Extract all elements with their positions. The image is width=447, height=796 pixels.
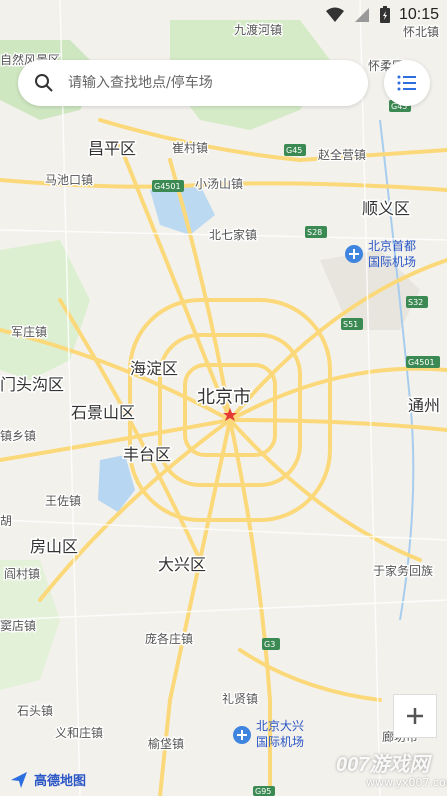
district-label-shunyi: 顺义区 xyxy=(362,199,410,218)
highway-shield: G3 xyxy=(264,640,275,649)
district-label-haidian: 海淀区 xyxy=(130,359,178,378)
signal-icon xyxy=(354,8,369,22)
district-label-tongzhou: 通州 xyxy=(408,396,440,415)
battery-icon xyxy=(379,6,390,23)
watermark: 007游戏网 xyxy=(336,754,430,776)
airport-label-daxing-line2: 国际机场 xyxy=(256,735,304,749)
town-label-xiaotangshan: 小汤山镇 xyxy=(195,177,243,191)
town-label-wangzuo: 王佐镇 xyxy=(45,494,81,508)
airport-label-daxing-line1: 北京大兴 xyxy=(256,719,304,733)
town-label-beiqijia: 北七家镇 xyxy=(209,227,257,242)
status-bar: 10:15 xyxy=(0,0,447,30)
highway-shield: G45 xyxy=(286,146,302,155)
map-canvas[interactable]: 昌平区 顺义区 海淀区 北京市 石景山区 丰台区 门头沟区 房山区 大兴区 通州… xyxy=(0,0,447,796)
list-icon xyxy=(397,75,416,91)
airport-label-capital-line1: 北京首都 xyxy=(368,239,416,253)
brand-logo: 高德地图 xyxy=(10,770,86,789)
highway-shield: G4501 xyxy=(154,182,181,191)
town-label-yancun: 阎村镇 xyxy=(4,567,40,581)
town-label-shitou: 石头镇 xyxy=(17,704,53,718)
town-label-cuicun: 崔村镇 xyxy=(172,141,208,155)
search-icon xyxy=(35,74,53,92)
district-label-beijing: 北京市 xyxy=(197,387,251,408)
watermark-url: www.yx007.com xyxy=(366,776,447,789)
district-label-fengtai: 丰台区 xyxy=(123,445,171,464)
town-label-lixian: 礼贤镇 xyxy=(222,691,258,706)
search-input[interactable] xyxy=(66,74,320,92)
district-label-shijingshan: 石景山区 xyxy=(71,403,135,422)
district-label-mentougou: 门头沟区 xyxy=(0,375,64,394)
plus-icon xyxy=(407,708,423,724)
town-label-pangezhuang: 庞各庄镇 xyxy=(145,631,193,646)
brand-label: 高德地图 xyxy=(34,774,87,789)
district-label-daxing: 大兴区 xyxy=(158,555,206,574)
highway-shield: S51 xyxy=(343,320,358,329)
district-label-changping: 昌平区 xyxy=(88,139,136,158)
town-label-zhaoquanying: 赵全营镇 xyxy=(318,147,366,162)
status-time: 10:15 xyxy=(398,6,439,23)
town-label-yihezhuang: 义和庄镇 xyxy=(55,725,103,740)
district-label-fangshan: 房山区 xyxy=(30,537,78,556)
navigation-arrow-icon xyxy=(11,771,27,788)
town-label-doudian: 窦店镇 xyxy=(0,619,36,633)
town-label-hu: 胡 xyxy=(0,514,12,528)
zoom-in-button[interactable] xyxy=(393,694,437,738)
airport-label-capital-line2: 国际机场 xyxy=(368,255,416,269)
town-label-junzhuang: 军庄镇 xyxy=(11,324,47,339)
layers-button[interactable] xyxy=(384,60,430,106)
town-label-yufa: 榆垡镇 xyxy=(148,736,184,751)
town-label-zhen: 镇 xyxy=(0,429,12,443)
search-bar[interactable] xyxy=(18,60,368,106)
highway-shield: G4501 xyxy=(408,358,435,367)
wifi-icon xyxy=(325,7,344,22)
highway-shield: S28 xyxy=(307,228,322,237)
highway-shield: G95 xyxy=(255,787,271,796)
highway-shield: S32 xyxy=(408,298,423,307)
town-label-machikou: 马池口镇 xyxy=(45,173,93,187)
airport-marker-capital[interactable] xyxy=(345,245,363,263)
town-label-yujiawu: 于家务回族 xyxy=(373,563,433,578)
airport-marker-daxing[interactable] xyxy=(233,726,251,744)
